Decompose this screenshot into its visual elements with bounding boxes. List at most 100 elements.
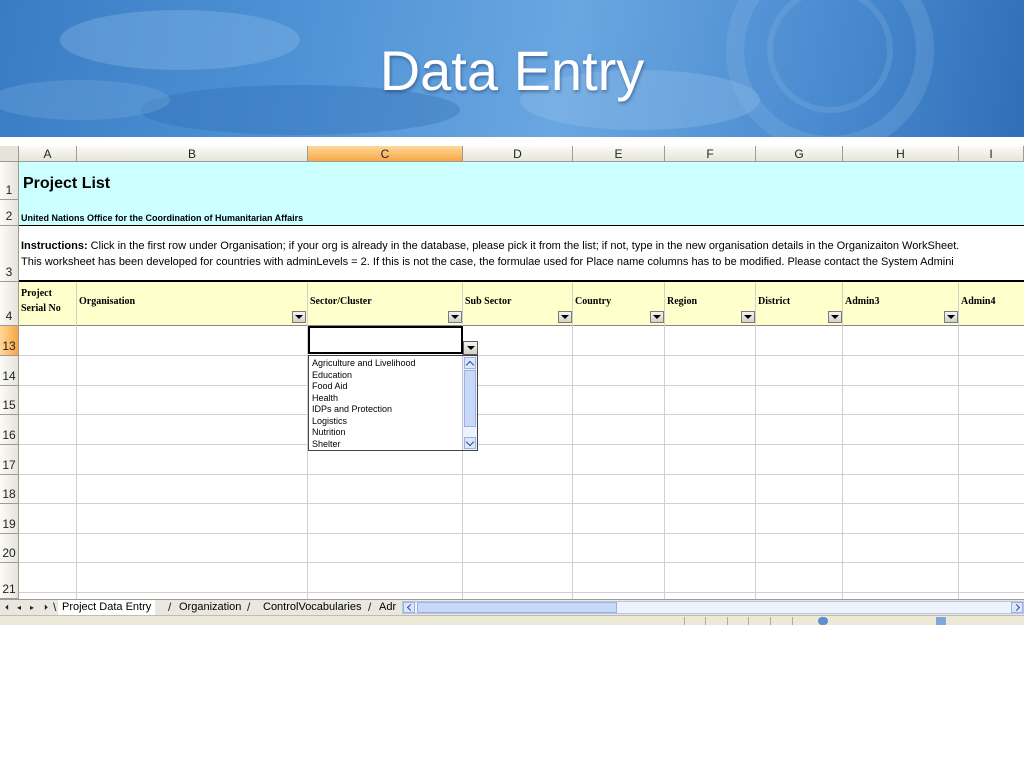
first-sheet-icon[interactable]: ⏴ bbox=[1, 601, 13, 614]
status-bar bbox=[0, 615, 1024, 625]
header-country[interactable]: Country bbox=[573, 282, 665, 324]
row-header-13[interactable]: 13 bbox=[0, 326, 19, 356]
row-header-1[interactable]: 1 bbox=[0, 162, 19, 200]
next-sheet-icon[interactable]: ▸ bbox=[26, 601, 38, 614]
tab-organization[interactable]: Organization bbox=[175, 600, 245, 615]
sector-dropdown-list[interactable]: Agriculture and Livelihood Education Foo… bbox=[308, 355, 478, 451]
horizontal-scrollbar[interactable] bbox=[402, 601, 1024, 614]
tab-adr[interactable]: Adr bbox=[375, 600, 400, 615]
header-district[interactable]: District bbox=[756, 282, 843, 324]
cell-dropdown-button[interactable] bbox=[463, 341, 478, 355]
last-sheet-icon[interactable]: ⏵ bbox=[40, 601, 52, 614]
header-organisation[interactable]: Organisation bbox=[77, 282, 308, 324]
gridline bbox=[19, 562, 1024, 563]
sector-filter-dropdown[interactable] bbox=[448, 311, 462, 323]
instructions-line-2: This worksheet has been developed for co… bbox=[21, 256, 954, 268]
gridline bbox=[19, 474, 1024, 475]
tab-project-data-entry[interactable]: Project Data Entry bbox=[58, 600, 156, 615]
header-admin3[interactable]: Admin3 bbox=[843, 282, 959, 324]
gridline bbox=[19, 592, 1024, 593]
header-region[interactable]: Region bbox=[665, 282, 756, 324]
organisation-filter-dropdown[interactable] bbox=[292, 311, 306, 323]
row-header-15[interactable]: 15 bbox=[0, 386, 19, 415]
gridline bbox=[755, 282, 756, 599]
header-sub-sector[interactable]: Sub Sector bbox=[463, 282, 573, 324]
scroll-right-icon[interactable] bbox=[1011, 602, 1023, 613]
header-admin3-label: Admin3 bbox=[845, 296, 880, 307]
dropdown-option[interactable]: Shelter bbox=[312, 439, 341, 450]
region-filter-dropdown[interactable] bbox=[741, 311, 755, 323]
column-header-h[interactable]: H bbox=[843, 146, 959, 162]
column-header-b[interactable]: B bbox=[77, 146, 308, 162]
header-admin4-label: Admin4 bbox=[961, 296, 996, 307]
spreadsheet-grid[interactable]: A B C D E F G H I 1 2 3 4 13 14 15 16 17… bbox=[0, 146, 1024, 599]
gridline bbox=[958, 282, 959, 599]
header-region-label: Region bbox=[667, 296, 697, 307]
dropdown-option[interactable]: Education bbox=[312, 370, 352, 381]
dropdown-option[interactable]: Nutrition bbox=[312, 427, 346, 438]
row-header-14[interactable]: 14 bbox=[0, 356, 19, 386]
row-header-4[interactable]: 4 bbox=[0, 282, 19, 326]
scrollbar-thumb[interactable] bbox=[417, 602, 617, 613]
row-header-2[interactable]: 2 bbox=[0, 200, 19, 226]
status-divider bbox=[770, 617, 771, 625]
dropdown-option[interactable]: Agriculture and Livelihood bbox=[312, 358, 416, 369]
globe-icon bbox=[818, 617, 828, 625]
select-all-corner[interactable] bbox=[0, 146, 19, 162]
dropdown-option[interactable]: IDPs and Protection bbox=[312, 404, 392, 415]
row-header-21[interactable]: 21 bbox=[0, 563, 19, 599]
sheet-title: Project List bbox=[23, 175, 111, 192]
tab-separator: / bbox=[368, 600, 372, 614]
tab-separator: / bbox=[247, 600, 251, 614]
column-header-e[interactable]: E bbox=[573, 146, 665, 162]
tab-control-vocabularies[interactable]: ControlVocabularies bbox=[259, 600, 365, 615]
tab-separator: \ bbox=[53, 600, 57, 614]
slide-title: Data Entry bbox=[379, 39, 645, 102]
column-header-g[interactable]: G bbox=[756, 146, 843, 162]
gridline bbox=[19, 533, 1024, 534]
column-header-i[interactable]: I bbox=[959, 146, 1024, 162]
header-sector[interactable]: Sector/Cluster bbox=[308, 282, 463, 324]
row-header-16[interactable]: 16 bbox=[0, 415, 19, 445]
district-filter-dropdown[interactable] bbox=[828, 311, 842, 323]
gridline bbox=[19, 414, 1024, 415]
row-header-20[interactable]: 20 bbox=[0, 534, 19, 563]
header-admin4[interactable]: Admin4 bbox=[959, 282, 1024, 324]
dropdown-option[interactable]: Food Aid bbox=[312, 381, 348, 392]
row-header-17[interactable]: 17 bbox=[0, 445, 19, 475]
column-header-c[interactable]: C bbox=[308, 146, 463, 162]
organisation-subtitle: United Nations Office for the Coordinati… bbox=[21, 213, 304, 223]
tray-icon bbox=[936, 617, 946, 625]
status-divider bbox=[792, 617, 793, 625]
column-header-a[interactable]: A bbox=[19, 146, 77, 162]
row-header-19[interactable]: 19 bbox=[0, 504, 19, 534]
row-header-18[interactable]: 18 bbox=[0, 475, 19, 504]
slide-banner: Data Entry bbox=[0, 0, 1024, 137]
gridline bbox=[842, 282, 843, 599]
border-line bbox=[19, 325, 1024, 326]
gridline bbox=[572, 282, 573, 599]
prev-sheet-icon[interactable]: ◂ bbox=[13, 601, 25, 614]
tab-separator: / bbox=[168, 600, 172, 614]
admin3-filter-dropdown[interactable] bbox=[944, 311, 958, 323]
scroll-down-icon[interactable] bbox=[464, 437, 476, 449]
dropdown-option[interactable]: Health bbox=[312, 393, 338, 404]
country-filter-dropdown[interactable] bbox=[650, 311, 664, 323]
column-header-d[interactable]: D bbox=[463, 146, 573, 162]
column-header-f[interactable]: F bbox=[665, 146, 756, 162]
gridline bbox=[664, 282, 665, 599]
scrollbar-thumb[interactable] bbox=[464, 370, 476, 427]
row-header-3[interactable]: 3 bbox=[0, 226, 19, 282]
scroll-up-icon[interactable] bbox=[464, 357, 476, 369]
scroll-left-icon[interactable] bbox=[403, 602, 415, 613]
header-project-serial[interactable]: Project Serial No bbox=[19, 282, 77, 324]
gridline bbox=[19, 355, 1024, 356]
gridline bbox=[76, 282, 77, 599]
dropdown-scrollbar[interactable] bbox=[462, 356, 477, 450]
header-sector-label: Sector/Cluster bbox=[310, 296, 372, 307]
status-divider bbox=[705, 617, 706, 625]
header-sub-sector-label: Sub Sector bbox=[465, 296, 512, 307]
dropdown-option[interactable]: Logistics bbox=[312, 416, 347, 427]
sub-sector-filter-dropdown[interactable] bbox=[558, 311, 572, 323]
active-cell-c13[interactable] bbox=[308, 326, 463, 354]
